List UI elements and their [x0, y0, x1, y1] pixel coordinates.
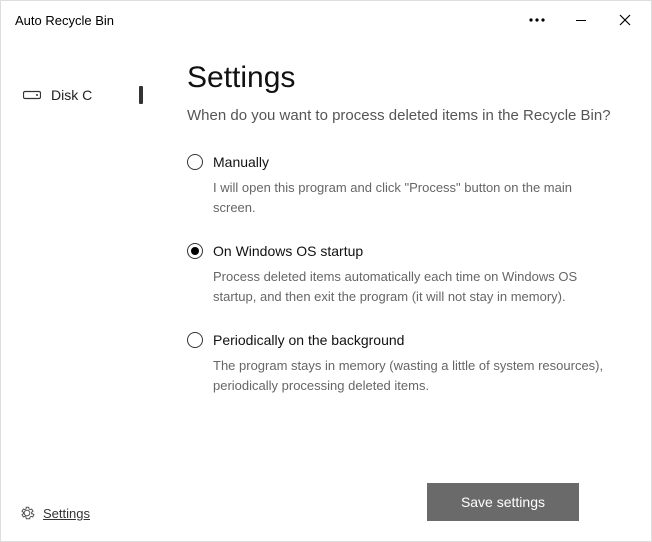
titlebar-controls: [515, 5, 647, 35]
window: Auto Recycle Bin: [0, 0, 652, 542]
sidebar-spacer: [1, 113, 151, 493]
main: Settings When do you want to process del…: [151, 39, 651, 541]
sidebar-item-disk-c[interactable]: Disk C: [1, 77, 151, 113]
option-periodic-row[interactable]: Periodically on the background: [187, 332, 615, 348]
option-startup-label: On Windows OS startup: [213, 243, 363, 259]
option-manually-row[interactable]: Manually: [187, 154, 615, 170]
option-periodic-label: Periodically on the background: [213, 332, 404, 348]
option-periodic-desc: The program stays in memory (wasting a l…: [213, 356, 615, 395]
close-button[interactable]: [603, 5, 647, 35]
sidebar-settings-link[interactable]: Settings: [1, 493, 151, 533]
page-title: Settings: [187, 61, 615, 95]
sidebar-item-indicator: [139, 86, 143, 104]
disk-icon: [23, 89, 41, 101]
option-manually-desc: I will open this program and click "Proc…: [213, 178, 615, 217]
radio-manually[interactable]: [187, 154, 203, 170]
option-startup: On Windows OS startup Process deleted it…: [187, 243, 615, 306]
page-subtitle: When do you want to process deleted item…: [187, 105, 615, 126]
radio-periodic[interactable]: [187, 332, 203, 348]
minimize-icon: [575, 14, 587, 26]
body: Disk C Settings Settings When do you wan…: [1, 39, 651, 541]
more-icon: [529, 18, 545, 22]
titlebar: Auto Recycle Bin: [1, 1, 651, 39]
sidebar-item-label: Disk C: [51, 87, 92, 103]
option-periodic: Periodically on the background The progr…: [187, 332, 615, 395]
radio-startup[interactable]: [187, 243, 203, 259]
footer: Save settings: [187, 483, 615, 541]
more-button[interactable]: [515, 5, 559, 35]
close-icon: [619, 14, 631, 26]
save-button[interactable]: Save settings: [427, 483, 579, 521]
option-manually: Manually I will open this program and cl…: [187, 154, 615, 217]
option-startup-desc: Process deleted items automatically each…: [213, 267, 615, 306]
option-startup-row[interactable]: On Windows OS startup: [187, 243, 615, 259]
option-manually-label: Manually: [213, 154, 269, 170]
sidebar-settings-label: Settings: [43, 506, 90, 521]
minimize-button[interactable]: [559, 5, 603, 35]
sidebar: Disk C Settings: [1, 39, 151, 541]
gear-icon: [19, 505, 35, 521]
window-title: Auto Recycle Bin: [15, 13, 515, 28]
